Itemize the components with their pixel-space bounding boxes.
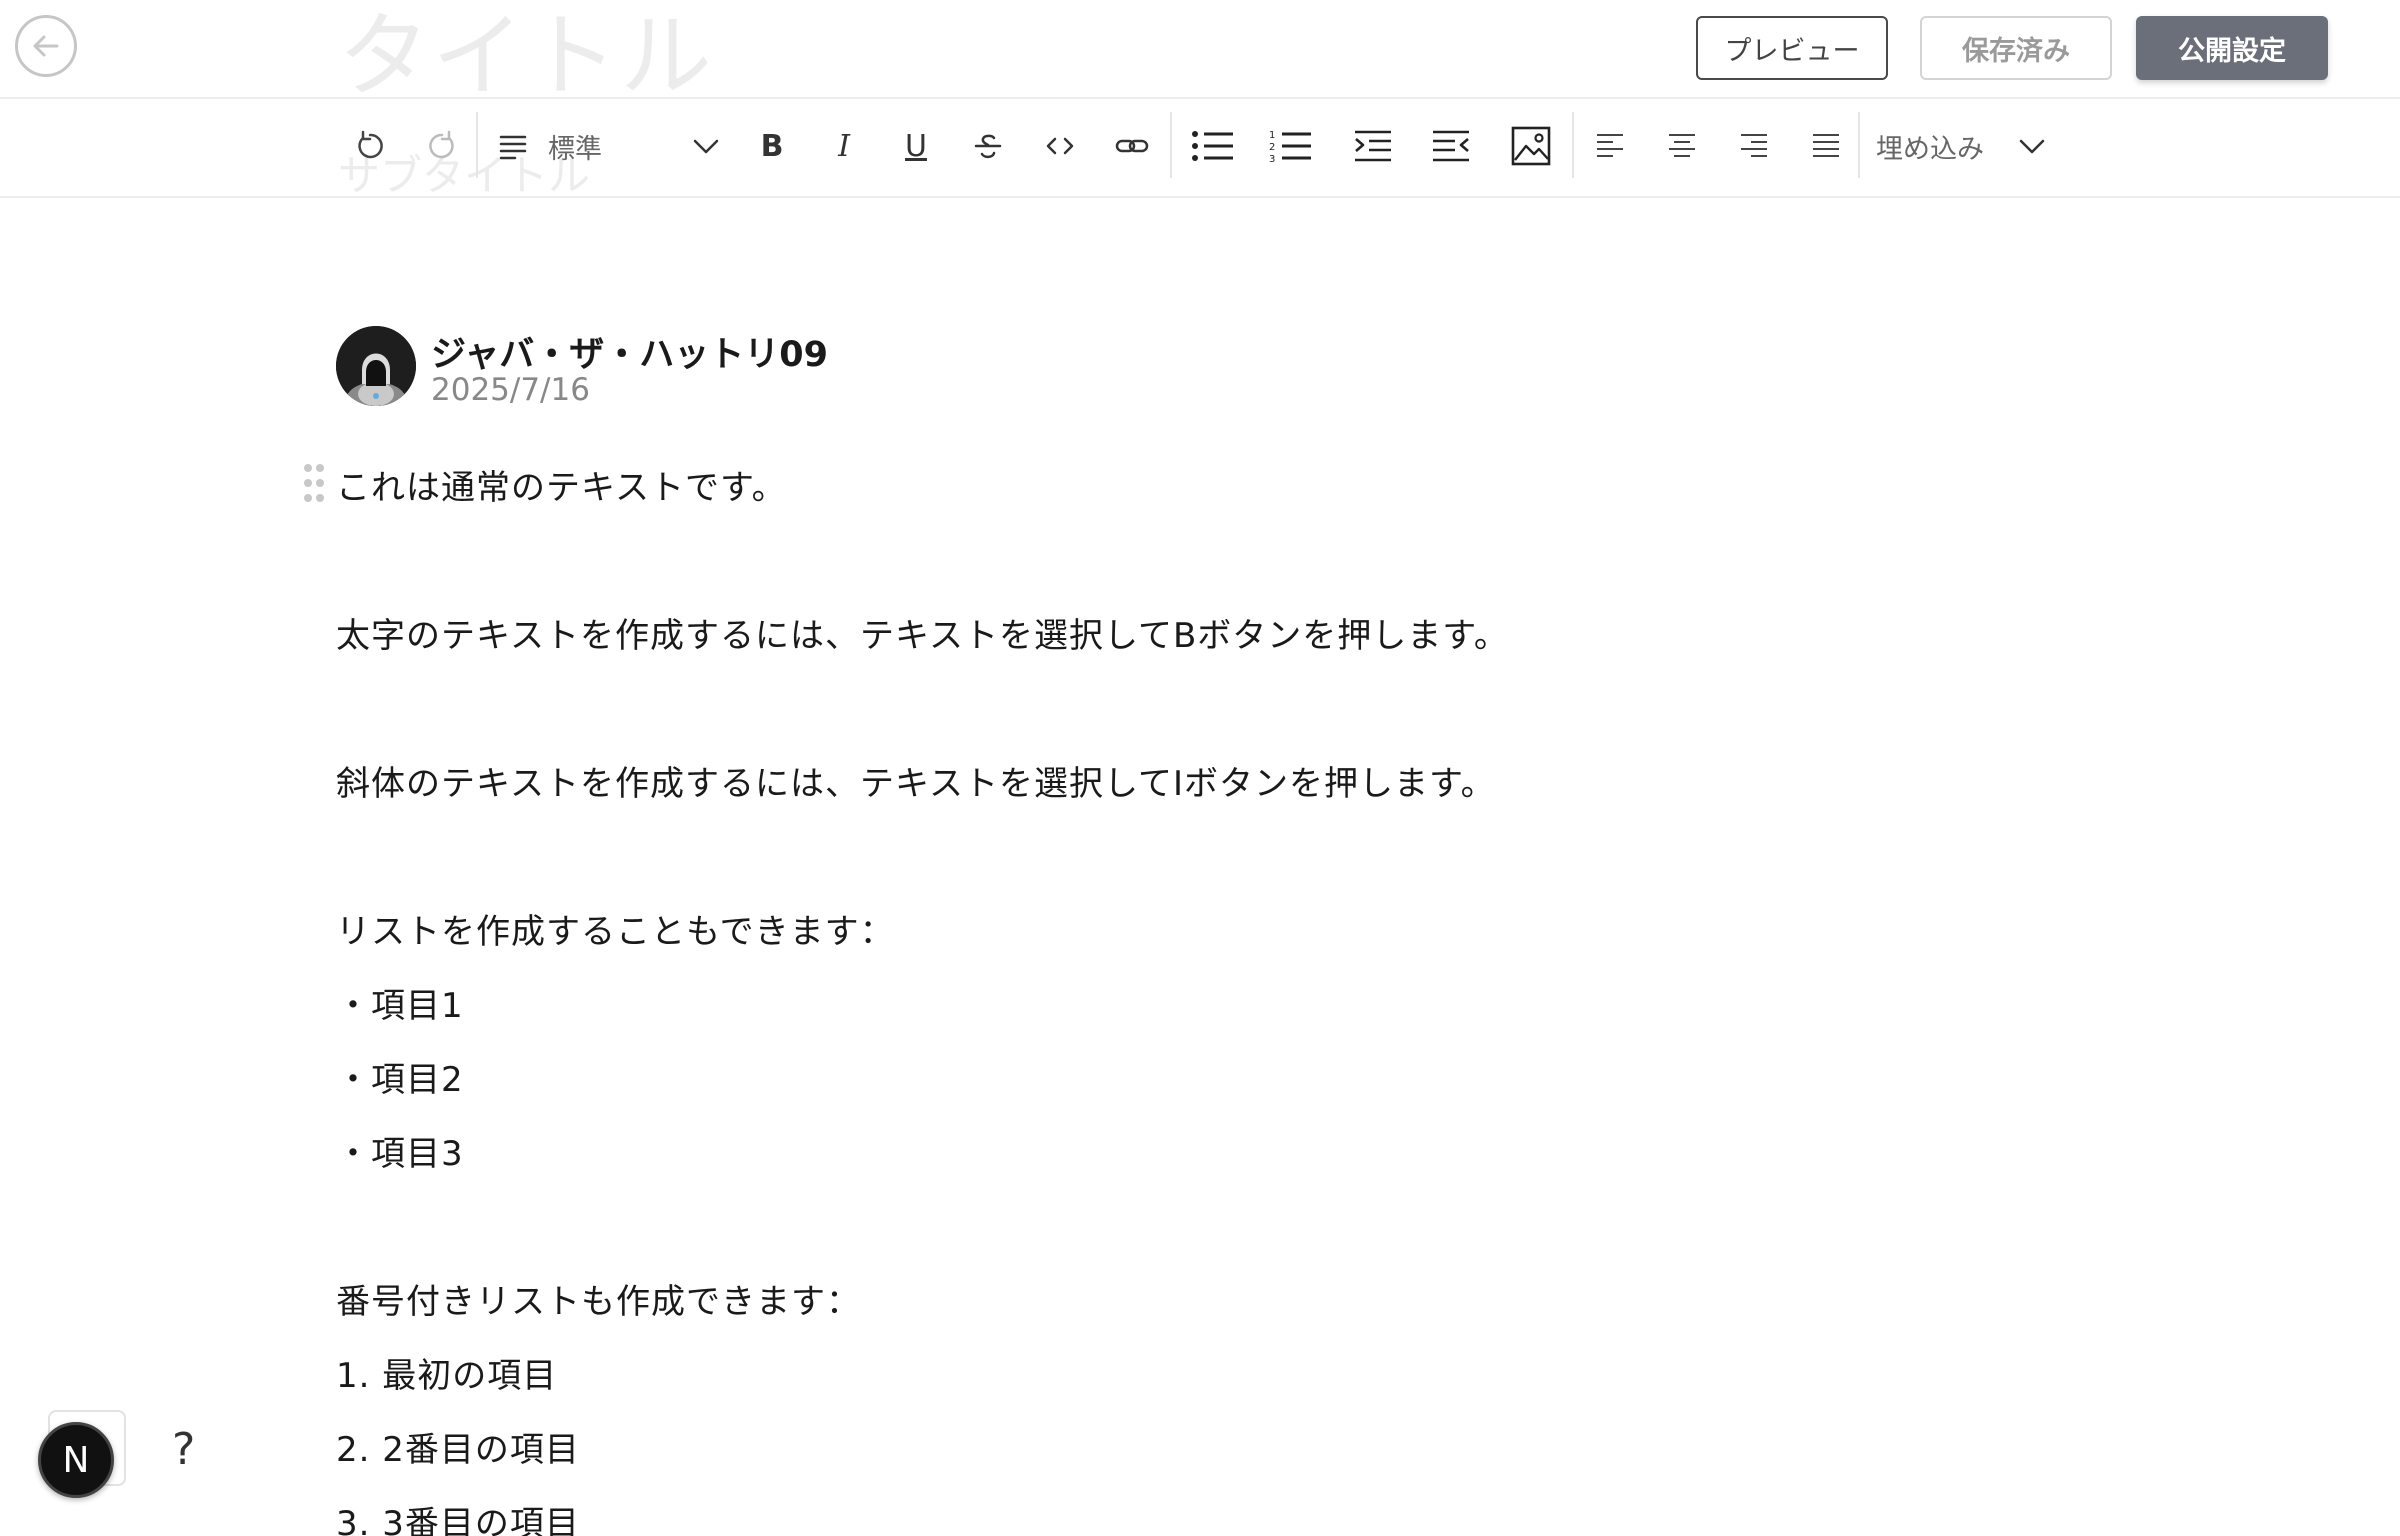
list-item[interactable]: ・項目1 (336, 978, 464, 1027)
indent-button[interactable] (1350, 120, 1396, 172)
code-button[interactable] (1040, 120, 1080, 172)
svg-text:3: 3 (1269, 154, 1275, 164)
author-name[interactable]: ジャバ・ザ・ハットリ09 (431, 326, 828, 377)
align-center-button[interactable] (1662, 120, 1702, 172)
undo-button[interactable] (350, 120, 390, 172)
editor-page: タイトル プレビュー 保存済み 公開設定 サブタイトル 標準 B I U 1 2… (0, 0, 2400, 1536)
embed-select[interactable]: 埋め込み (1876, 120, 1996, 172)
bold-button[interactable]: B (752, 120, 792, 172)
indent-icon (1355, 130, 1391, 162)
paragraph[interactable]: 斜体のテキストを作成するには、テキストを選択してIボタンを押します。 (336, 756, 1496, 805)
paragraph[interactable]: リストを作成することもできます： (336, 904, 895, 953)
list-item[interactable]: 1. 最初の項目 (336, 1348, 557, 1397)
saved-status-button[interactable]: 保存済み (1920, 16, 2112, 80)
strikethrough-icon (974, 134, 1002, 159)
avatar[interactable] (336, 326, 416, 406)
align-center-icon (1669, 134, 1695, 157)
paragraph[interactable]: これは通常のテキストです。 (336, 460, 787, 509)
post-date: 2025/7/16 (431, 372, 590, 408)
insert-image-button[interactable] (1508, 120, 1554, 172)
formatting-toolbar: サブタイトル 標準 B I U 1 2 3 埋め込み (0, 98, 2400, 200)
align-right-button[interactable] (1734, 120, 1774, 172)
image-icon (1511, 126, 1551, 166)
numbered-list-button[interactable]: 1 2 3 (1268, 120, 1314, 172)
outdent-icon (1433, 130, 1469, 162)
underline-button[interactable]: U (896, 120, 936, 172)
undo-icon (358, 130, 383, 159)
list-item[interactable]: ・項目3 (336, 1126, 464, 1175)
toolbar-divider (1170, 112, 1172, 178)
code-icon (1046, 137, 1074, 155)
dev-indicator-badge[interactable]: N (38, 1422, 114, 1498)
arrow-left-icon (33, 35, 59, 57)
publish-settings-button[interactable]: 公開設定 (2136, 16, 2328, 80)
block-drag-handle[interactable] (302, 463, 326, 503)
strikethrough-button[interactable] (968, 120, 1008, 172)
align-right-icon (1741, 134, 1767, 157)
back-button[interactable] (15, 15, 77, 77)
block-style-icon-wrap (494, 120, 534, 172)
link-icon (1115, 139, 1149, 153)
preview-button[interactable]: プレビュー (1696, 16, 1888, 80)
svg-text:2: 2 (1269, 142, 1275, 153)
block-style-select[interactable]: 標準 (548, 120, 648, 172)
embed-dropdown[interactable] (2012, 120, 2052, 172)
outdent-button[interactable] (1428, 120, 1474, 172)
align-left-button[interactable] (1590, 120, 1630, 172)
toolbar-divider (476, 112, 478, 178)
bullet-list-button[interactable] (1190, 120, 1236, 172)
link-button[interactable] (1112, 120, 1152, 172)
toolbar-divider (1858, 112, 1860, 178)
list-item[interactable]: 2. 2番目の項目 (336, 1422, 580, 1471)
paragraph[interactable]: 太字のテキストを作成するには、テキストを選択してBボタンを押します。 (336, 608, 1509, 657)
block-style-dropdown[interactable] (686, 120, 726, 172)
paragraph-style-icon (499, 135, 527, 160)
list-item[interactable]: 3. 3番目の項目 (336, 1496, 580, 1536)
help-button[interactable]: ? (172, 1424, 195, 1475)
avatar-image (336, 326, 416, 406)
drag-handle-icon (304, 464, 324, 502)
redo-button[interactable] (422, 120, 462, 172)
chevron-down-icon (2019, 139, 2045, 154)
align-left-icon (1597, 134, 1623, 157)
align-justify-icon (1813, 134, 1839, 157)
redo-icon (429, 130, 454, 159)
chevron-down-icon (693, 139, 719, 154)
header-bar: タイトル プレビュー 保存済み 公開設定 (0, 0, 2400, 110)
list-item[interactable]: ・項目2 (336, 1052, 464, 1101)
numbered-list-icon: 1 2 3 (1269, 130, 1311, 164)
align-justify-button[interactable] (1806, 120, 1846, 172)
bullet-list-icon (1192, 131, 1233, 161)
svg-text:1: 1 (1269, 130, 1275, 141)
italic-button[interactable]: I (824, 120, 864, 172)
toolbar-divider (1572, 112, 1574, 178)
paragraph[interactable]: 番号付きリストも作成できます： (336, 1274, 861, 1323)
